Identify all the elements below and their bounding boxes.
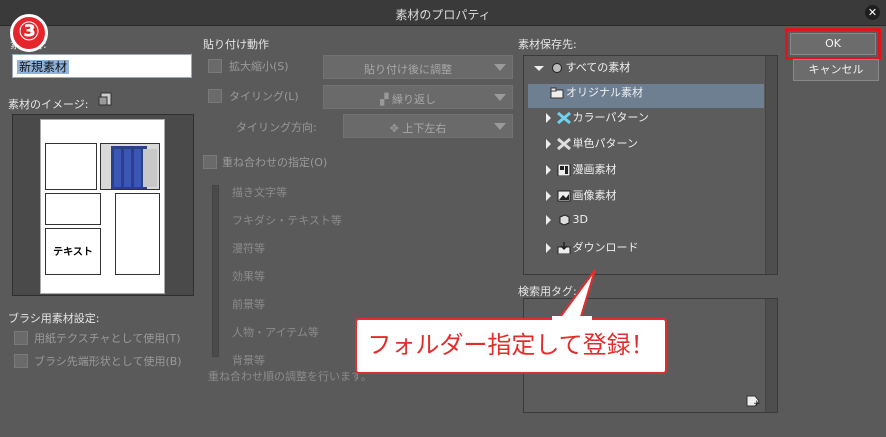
preview-panel xyxy=(45,193,101,225)
color-pattern-icon xyxy=(556,111,571,125)
download-icon xyxy=(557,242,571,255)
direction-icon: ✥ xyxy=(389,122,399,135)
overlay-item: フキダシ・テキスト等 xyxy=(232,214,342,227)
preview-panel xyxy=(115,193,160,275)
overlay-item: 効果等 xyxy=(232,270,265,283)
tree-item-mono-pattern[interactable]: 単色パターン xyxy=(524,135,764,159)
tiling-direction-value: 上下左右 xyxy=(402,122,447,135)
mono-pattern-icon xyxy=(556,137,571,151)
overlay-note: 重ね合わせ順の調整を行います。 xyxy=(208,370,372,383)
scale-checkbox[interactable] xyxy=(208,59,222,73)
material-name-input[interactable]: 新規素材 xyxy=(12,54,192,78)
expand-icon[interactable] xyxy=(546,113,551,123)
overlay-item: 前景等 xyxy=(232,298,265,311)
svg-text:+: + xyxy=(753,399,761,408)
storage-folder-tree[interactable]: すべての素材 オリジナル素材 カラーパターン 単色パターン 漫画素材 画像素材 … xyxy=(523,55,778,275)
preview-panel xyxy=(45,143,97,190)
brush-tip-checkbox[interactable] xyxy=(14,354,28,368)
tree-item-image[interactable]: 画像素材 xyxy=(524,187,764,211)
paper-texture-checkbox[interactable] xyxy=(14,331,28,345)
ok-button[interactable]: OK xyxy=(790,33,876,55)
paper-texture-label: 用紙テクスチャとして使用(T) xyxy=(34,332,181,345)
expand-icon[interactable] xyxy=(534,65,544,71)
close-icon[interactable]: ✕ xyxy=(865,5,880,20)
brush-settings-label: ブラシ用素材設定: xyxy=(8,312,100,325)
folder-icon xyxy=(550,87,564,99)
brush-tip-label: ブラシ先端形状として使用(B) xyxy=(34,355,182,368)
preview-page: テキスト xyxy=(40,119,165,294)
paste-behavior-label: 貼り付け動作 xyxy=(203,38,269,51)
paste-image-icon[interactable] xyxy=(98,92,114,106)
material-name-value: 新規素材 xyxy=(17,60,70,74)
chevron-down-icon xyxy=(494,94,506,101)
expand-icon[interactable] xyxy=(546,215,551,225)
callout-pointer-join xyxy=(552,316,592,324)
tiling-label: タイリング(L) xyxy=(229,90,299,103)
overlay-item: 人物・アイテム等 xyxy=(232,326,319,339)
tag-scrollbar[interactable] xyxy=(765,299,777,412)
callout-annotation: フォルダー指定して登録！ xyxy=(355,318,667,374)
preview-panel: テキスト xyxy=(45,228,101,275)
scale-label: 拡大縮小(S) xyxy=(229,60,289,73)
tree-scrollbar[interactable] xyxy=(765,56,777,274)
tree-item-color-pattern[interactable]: カラーパターン xyxy=(524,109,764,133)
tiling-direction-dropdown[interactable]: ✥ 上下左右 xyxy=(343,114,513,138)
tree-item-manga[interactable]: 漫画素材 xyxy=(524,161,764,185)
tiling-dropdown-value: 繰り返し xyxy=(391,93,436,106)
step-badge: ③ xyxy=(10,14,48,52)
preview-panel-image xyxy=(100,143,160,190)
cancel-button[interactable]: キャンセル xyxy=(793,59,879,81)
all-materials-icon xyxy=(550,62,564,74)
overlay-item: 描き文字等 xyxy=(232,186,287,199)
cube-icon xyxy=(557,214,571,226)
material-image-label: 素材のイメージ: xyxy=(8,98,89,111)
scale-dropdown-value: 貼り付け後に調整 xyxy=(364,63,452,76)
chevron-down-icon xyxy=(494,123,506,130)
chevron-down-icon xyxy=(494,64,506,71)
window-title: 素材のプロパティ xyxy=(395,8,491,22)
material-preview: テキスト xyxy=(12,114,194,296)
overlay-order-slider[interactable] xyxy=(212,185,219,357)
scale-dropdown[interactable]: 貼り付け後に調整 xyxy=(323,55,513,79)
expand-icon[interactable] xyxy=(546,191,551,201)
overlay-checkbox[interactable] xyxy=(203,155,217,169)
tiling-repeat-icon: ▞ xyxy=(380,93,389,106)
overlay-item: 背景等 xyxy=(232,354,265,367)
image-icon xyxy=(557,190,571,202)
overlay-item: 漫符等 xyxy=(232,242,265,255)
add-tag-icon[interactable]: + xyxy=(745,394,761,409)
expand-icon[interactable] xyxy=(546,139,551,149)
title-bar: 素材のプロパティ ✕ xyxy=(0,0,886,26)
overlay-label: 重ね合わせの指定(O) xyxy=(222,156,328,169)
preview-text: テキスト xyxy=(53,247,93,258)
storage-location-label: 素材保存先: xyxy=(518,38,577,51)
tree-item-root[interactable]: すべての素材 xyxy=(524,59,764,83)
tiling-direction-label: タイリング方向: xyxy=(236,121,317,134)
expand-icon[interactable] xyxy=(546,243,551,253)
tiling-dropdown[interactable]: ▞ 繰り返し xyxy=(323,85,513,109)
expand-icon[interactable] xyxy=(546,165,551,175)
tree-item-download[interactable]: ダウンロード xyxy=(524,239,764,263)
tree-item-3d[interactable]: 3D xyxy=(524,213,764,237)
tree-item-original[interactable]: オリジナル素材 xyxy=(528,84,764,108)
tiling-checkbox[interactable] xyxy=(208,89,222,103)
manga-icon xyxy=(557,163,571,177)
